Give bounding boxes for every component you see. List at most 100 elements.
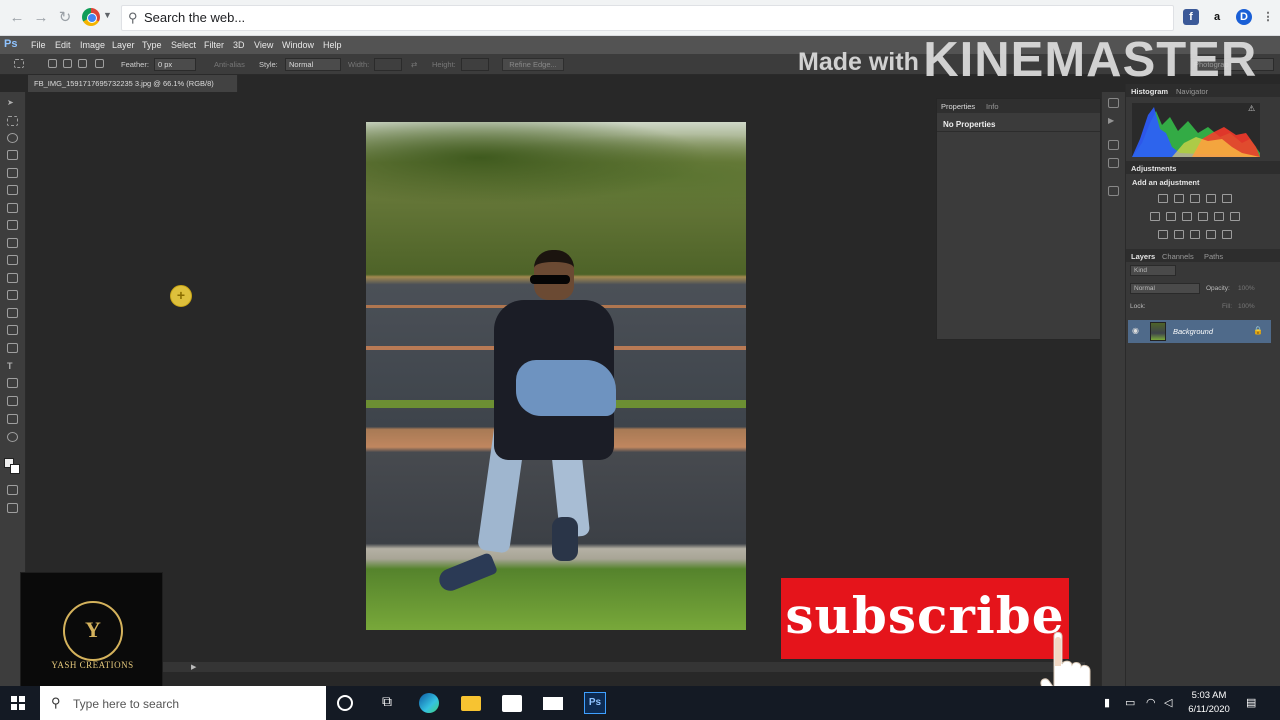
type-tool-icon[interactable]: T <box>7 361 18 371</box>
menu-layer[interactable]: Layer <box>112 40 135 50</box>
curves-icon[interactable] <box>1190 194 1200 203</box>
channel-mixer-icon[interactable] <box>1214 212 1224 221</box>
photoshop-icon[interactable]: Ps <box>584 692 606 714</box>
tab-layers[interactable]: Layers <box>1131 252 1155 261</box>
menu-view[interactable]: View <box>254 40 273 50</box>
dodge-tool-icon[interactable] <box>7 325 18 335</box>
clone-source-panel-icon[interactable] <box>1108 186 1119 196</box>
layer-kind-filter[interactable]: Kind <box>1130 265 1176 276</box>
dashlane-icon[interactable]: D <box>1236 9 1252 25</box>
tab-channels[interactable]: Channels <box>1162 252 1194 261</box>
screen-mode-icon[interactable] <box>7 503 18 513</box>
antialias-checkbox[interactable]: Anti-alias <box>214 60 245 69</box>
levels-icon[interactable] <box>1174 194 1184 203</box>
invert-icon[interactable] <box>1158 230 1168 239</box>
chrome-icon[interactable] <box>82 8 100 26</box>
file-explorer-icon[interactable] <box>461 696 481 711</box>
visibility-eye-icon[interactable]: ◉ <box>1132 326 1139 335</box>
photo-filter-icon[interactable] <box>1198 212 1208 221</box>
eyedropper-tool-icon[interactable] <box>7 185 18 195</box>
posterize-icon[interactable] <box>1174 230 1184 239</box>
tab-adjustments[interactable]: Adjustments <box>1131 164 1176 173</box>
brush-tool-icon[interactable] <box>7 220 18 230</box>
menu-edit[interactable]: Edit <box>55 40 71 50</box>
threshold-icon[interactable] <box>1190 230 1200 239</box>
taskbar-search-box[interactable]: ⚲ Type here to search <box>40 686 326 720</box>
healing-tool-icon[interactable] <box>7 203 18 213</box>
eraser-tool-icon[interactable] <box>7 273 18 283</box>
subscribe-button[interactable]: subscribe <box>781 578 1069 659</box>
task-view-icon[interactable]: ⧉ <box>377 693 397 713</box>
document-tab[interactable]: FB_IMG_1591717695732235 3.jpg @ 66.1% (R… <box>28 75 238 92</box>
tab-properties[interactable]: Properties <box>941 102 975 111</box>
gradient-tool-icon[interactable] <box>7 290 18 300</box>
add-selection-icon[interactable] <box>63 59 72 68</box>
quick-select-tool-icon[interactable] <box>7 150 18 160</box>
facebook-icon[interactable]: f <box>1183 9 1199 25</box>
more-icon[interactable]: ⋮ <box>1260 9 1276 25</box>
store-icon[interactable] <box>502 695 522 712</box>
cortana-icon[interactable] <box>337 695 353 711</box>
selective-color-icon[interactable] <box>1206 230 1216 239</box>
battery-icon[interactable]: ▮ <box>1104 696 1110 709</box>
document-photo[interactable] <box>366 122 746 630</box>
history-brush-tool-icon[interactable] <box>7 255 18 265</box>
history-panel-icon[interactable] <box>1108 98 1119 108</box>
system-clock[interactable]: 5:03 AM 6/11/2020 <box>1186 689 1232 717</box>
status-menu-arrow-icon[interactable]: ▶ <box>191 663 196 671</box>
intersect-selection-icon[interactable] <box>95 59 104 68</box>
menu-type[interactable]: Type <box>142 40 162 50</box>
black-white-icon[interactable] <box>1182 212 1192 221</box>
warning-icon[interactable]: ⚠ <box>1248 104 1255 113</box>
menu-3d[interactable]: 3D <box>233 40 245 50</box>
mail-icon[interactable] <box>543 697 563 710</box>
windows-start-icon[interactable] <box>11 696 25 710</box>
color-lookup-icon[interactable] <box>1230 212 1240 221</box>
network-icon[interactable]: ▭ <box>1125 696 1135 709</box>
tab-paths[interactable]: Paths <box>1204 252 1223 261</box>
new-selection-icon[interactable] <box>48 59 57 68</box>
gradient-map-icon[interactable] <box>1222 230 1232 239</box>
lasso-tool-icon[interactable] <box>7 133 18 143</box>
forward-icon[interactable]: → <box>32 9 50 27</box>
brightness-icon[interactable] <box>1158 194 1168 203</box>
exposure-icon[interactable] <box>1206 194 1216 203</box>
path-select-tool-icon[interactable] <box>7 378 18 388</box>
shape-tool-icon[interactable] <box>7 396 18 406</box>
menu-help[interactable]: Help <box>323 40 342 50</box>
reload-icon[interactable]: ↻ <box>56 9 74 27</box>
menu-filter[interactable]: Filter <box>204 40 224 50</box>
volume-icon[interactable]: ◁ <box>1164 696 1172 709</box>
blur-tool-icon[interactable] <box>7 308 18 318</box>
height-field[interactable] <box>461 58 489 71</box>
layer-row-background[interactable]: ◉ Background 🔒 <box>1128 320 1271 343</box>
wifi-icon[interactable]: ◠ <box>1146 696 1156 709</box>
style-select[interactable]: Normal <box>285 58 341 71</box>
blend-mode-select[interactable]: Normal <box>1130 283 1200 294</box>
vibrance-icon[interactable] <box>1222 194 1232 203</box>
hand-tool-icon[interactable] <box>7 414 18 424</box>
crop-tool-icon[interactable] <box>7 168 18 178</box>
opacity-value[interactable]: 100% <box>1238 285 1255 292</box>
tab-histogram[interactable]: Histogram <box>1131 87 1168 96</box>
actions-panel-icon[interactable]: ▶ <box>1108 116 1119 126</box>
marquee-preset-icon[interactable] <box>14 59 24 68</box>
pen-tool-icon[interactable] <box>7 343 18 353</box>
color-balance-icon[interactable] <box>1166 212 1176 221</box>
clone-stamp-tool-icon[interactable] <box>7 238 18 248</box>
edge-icon[interactable] <box>419 693 439 713</box>
tab-navigator[interactable]: Navigator <box>1176 87 1208 96</box>
zoom-tool-icon[interactable] <box>7 432 18 442</box>
move-tool-icon[interactable]: ➤ <box>7 98 18 108</box>
menu-select[interactable]: Select <box>171 40 196 50</box>
notifications-icon[interactable]: ▤ <box>1246 696 1256 709</box>
background-color-swatch[interactable] <box>10 464 20 474</box>
refine-edge-button[interactable]: Refine Edge... <box>502 58 564 71</box>
brush-panel-icon[interactable] <box>1108 140 1119 150</box>
back-icon[interactable]: ← <box>8 9 26 27</box>
quick-mask-icon[interactable] <box>7 485 18 495</box>
menu-image[interactable]: Image <box>80 40 105 50</box>
chevron-down-icon[interactable]: ▼ <box>103 10 112 20</box>
brush-presets-panel-icon[interactable] <box>1108 158 1119 168</box>
feather-field[interactable]: 0 px <box>154 58 196 71</box>
